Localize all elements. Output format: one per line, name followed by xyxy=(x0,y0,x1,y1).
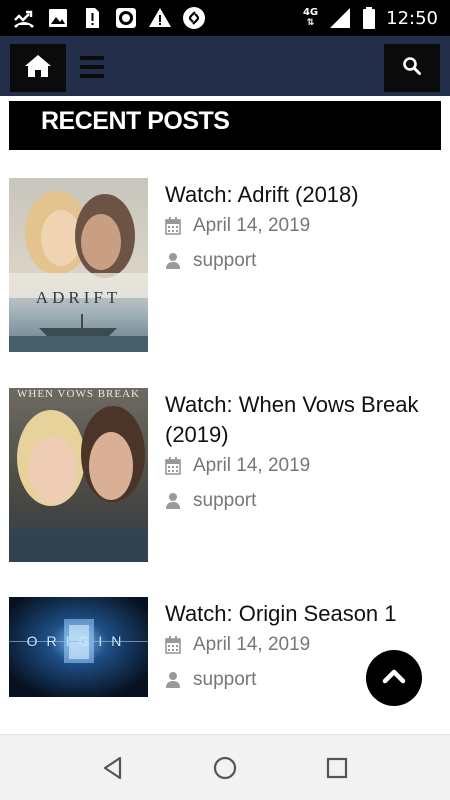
post-thumbnail[interactable]: WHEN VOWS BREAK xyxy=(9,388,148,562)
post-thumbnail[interactable]: ADRIFT xyxy=(9,178,148,352)
warning-icon xyxy=(148,6,172,30)
signal-icon xyxy=(328,6,352,30)
home-icon xyxy=(24,53,52,83)
home-circle-icon[interactable] xyxy=(212,755,238,781)
network-type: 4G ⇅ xyxy=(302,7,319,29)
shazam-icon xyxy=(182,6,206,30)
post-date: April 14, 2019 xyxy=(165,455,310,477)
back-icon[interactable] xyxy=(100,755,126,781)
recents-icon[interactable] xyxy=(325,756,349,780)
post-author[interactable]: support xyxy=(165,669,256,691)
chevron-up-icon xyxy=(382,668,406,688)
post-title[interactable]: Watch: Origin Season 1 xyxy=(165,599,440,629)
post-author[interactable]: support xyxy=(165,250,256,272)
post-date-text: April 14, 2019 xyxy=(193,215,311,236)
menu-button[interactable] xyxy=(80,50,116,84)
search-button[interactable] xyxy=(384,44,440,92)
post-title[interactable]: Watch: When Vows Break (2019) xyxy=(165,390,440,450)
post-author-text[interactable]: support xyxy=(193,669,256,691)
post-author-text[interactable]: support xyxy=(193,250,256,272)
post-thumbnail[interactable]: ORIGIN xyxy=(9,597,148,697)
scroll-to-top-button[interactable] xyxy=(366,650,422,706)
menu-icon-bar xyxy=(80,56,104,60)
user-icon xyxy=(165,671,181,689)
section-title: RECENT POSTS xyxy=(9,101,441,150)
menu-icon-bar xyxy=(80,74,104,78)
post-date: April 14, 2019 xyxy=(165,215,310,237)
poster-title: ORIGIN xyxy=(26,633,131,649)
missed-call-icon xyxy=(12,6,36,30)
battery-icon xyxy=(362,6,376,30)
post-author[interactable]: support xyxy=(165,490,256,512)
calendar-icon xyxy=(165,636,181,654)
calendar-icon xyxy=(165,217,181,235)
status-bar: 4G ⇅ 12:50 xyxy=(0,0,450,36)
search-icon xyxy=(402,56,422,80)
post-date-text: April 14, 2019 xyxy=(193,455,311,476)
menu-icon-bar xyxy=(80,65,104,69)
clock: 12:50 xyxy=(386,7,438,29)
post-title[interactable]: Watch: Adrift (2018) xyxy=(165,180,440,210)
sim-alert-icon xyxy=(80,6,104,30)
user-icon xyxy=(165,252,181,270)
section-title-text: RECENT POSTS xyxy=(41,107,230,135)
poster-title: WHEN VOWS BREAK xyxy=(17,388,140,400)
image-icon xyxy=(46,6,70,30)
poster-title: ADRIFT xyxy=(35,288,122,307)
record-icon xyxy=(114,6,138,30)
calendar-icon xyxy=(165,457,181,475)
post-author-text[interactable]: support xyxy=(193,490,256,512)
android-nav-bar xyxy=(0,734,450,800)
post-date-text: April 14, 2019 xyxy=(193,634,311,655)
post-date: April 14, 2019 xyxy=(165,634,310,656)
top-navbar xyxy=(0,36,450,96)
home-button[interactable] xyxy=(10,44,66,92)
user-icon xyxy=(165,492,181,510)
